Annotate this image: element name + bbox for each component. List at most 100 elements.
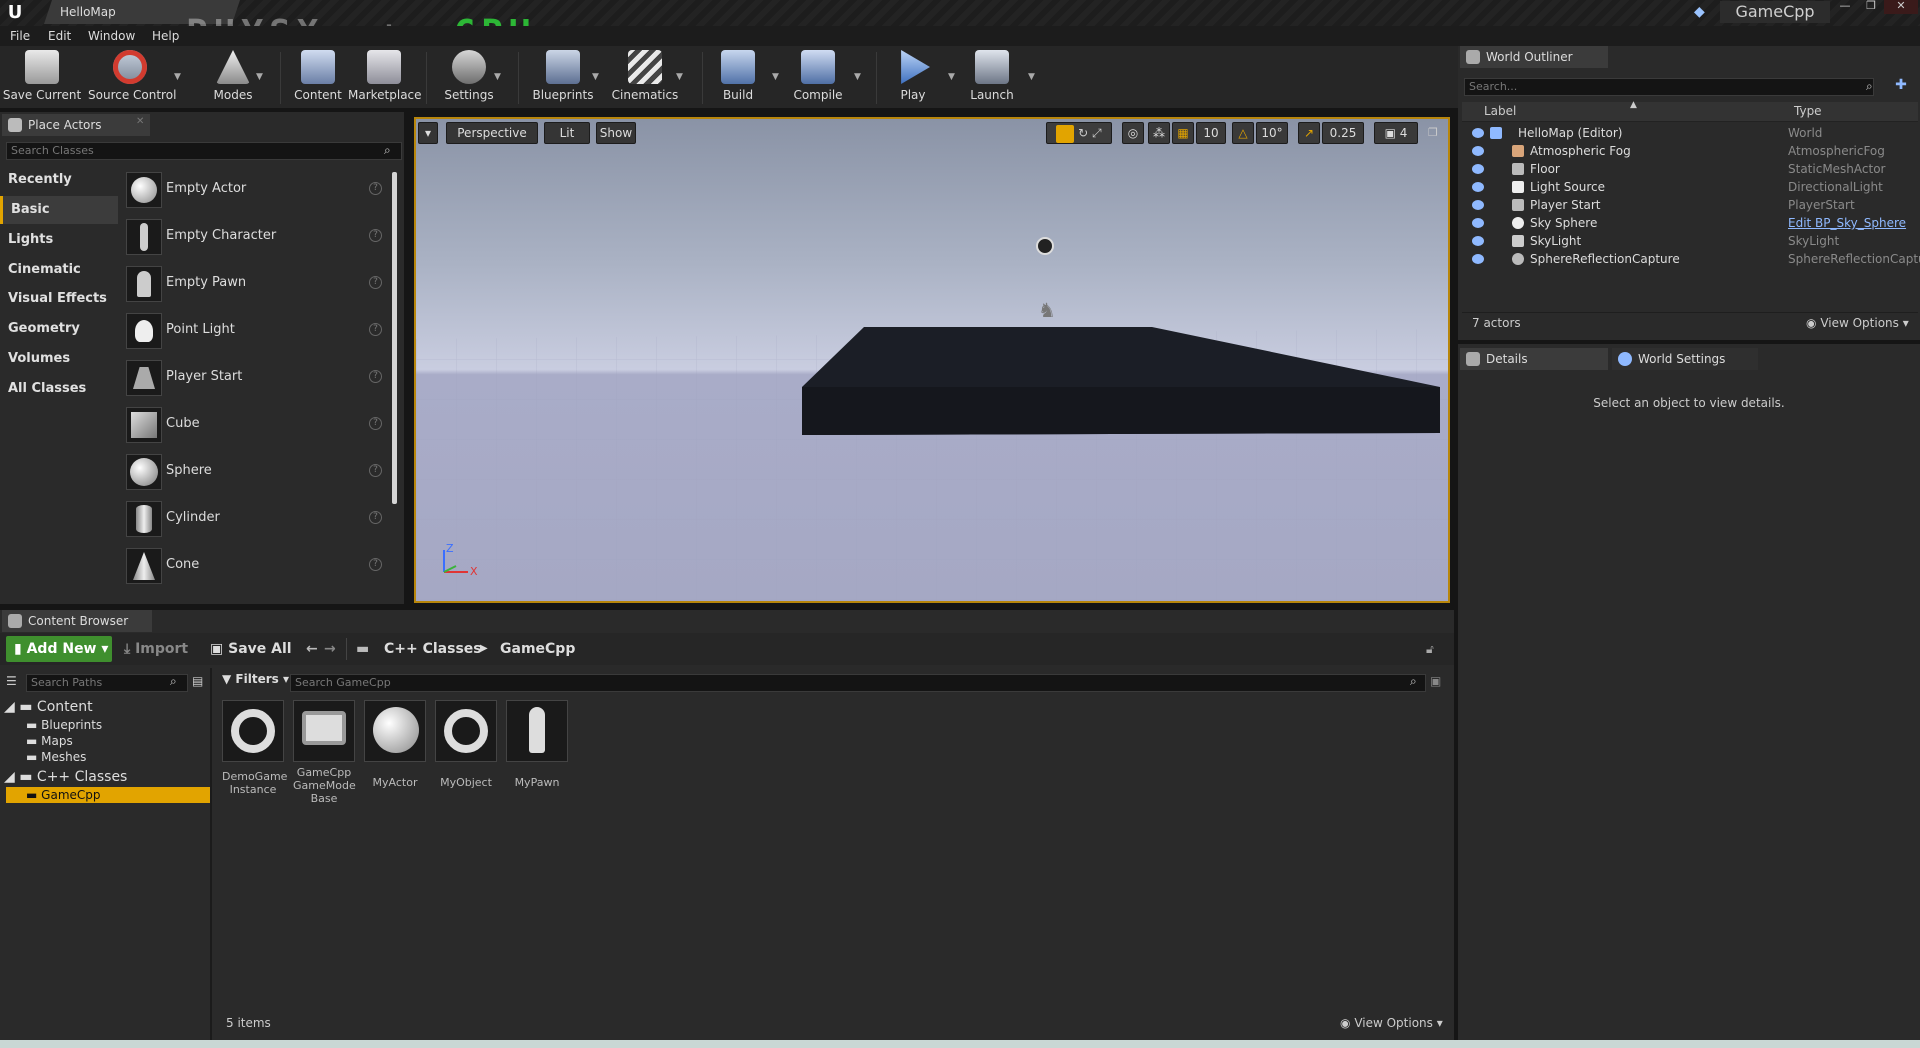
modes-button[interactable]: Modes (206, 50, 260, 106)
rotation-snap-icon[interactable]: △ (1232, 122, 1254, 144)
help-icon[interactable]: ? (369, 182, 382, 195)
help-icon[interactable]: ? (369, 511, 382, 524)
category-basic[interactable]: Basic (0, 196, 118, 224)
build-dropdown[interactable]: ▼ (772, 72, 779, 82)
menu-file[interactable]: File (10, 27, 30, 45)
camera-speed-button[interactable]: ▣ 4 (1374, 122, 1418, 144)
cinematics-dropdown[interactable]: ▼ (676, 72, 683, 82)
help-icon[interactable]: ? (369, 370, 382, 383)
actor-item-empty-pawn[interactable]: Empty Pawn ? (124, 262, 388, 306)
category-geometry[interactable]: Geometry (0, 315, 118, 343)
visibility-eye-icon[interactable] (1472, 146, 1484, 156)
tree-item-meshes[interactable]: ▬ Meshes (26, 749, 86, 765)
tree-item-maps[interactable]: ▬ Maps (26, 733, 73, 749)
actor-item-player-start[interactable]: Player Start ? (124, 356, 388, 400)
minimize-icon[interactable]: — (1832, 0, 1858, 14)
outliner-row[interactable]: SkyLight SkyLight (1464, 232, 1920, 250)
menu-window[interactable]: Window (88, 27, 135, 45)
scale-snap-value[interactable]: 0.25 (1322, 122, 1364, 144)
search-classes-input[interactable]: Search Classes (6, 142, 402, 160)
outliner-row[interactable]: Atmospheric Fog AtmosphericFog (1464, 142, 1920, 160)
place-actors-tab[interactable]: Place Actors (2, 114, 150, 136)
visibility-eye-icon[interactable] (1472, 236, 1484, 246)
path-view-options-icon[interactable]: ▤ (192, 674, 203, 688)
build-button[interactable]: Build (716, 50, 760, 106)
actor-item-empty-actor[interactable]: Empty Actor ? (124, 168, 388, 212)
forward-icon[interactable]: → (324, 636, 336, 662)
rotation-snap-value[interactable]: 10° (1256, 122, 1288, 144)
actor-item-sphere[interactable]: Sphere ? (124, 450, 388, 494)
marketplace-button[interactable]: Marketplace (348, 50, 422, 106)
asset-tile-myobject[interactable]: MyObject (435, 700, 497, 789)
launch-button[interactable]: Launch (962, 50, 1022, 106)
asset-tile-myactor[interactable]: MyActor (364, 700, 426, 789)
tree-item-blueprints[interactable]: ▬ Blueprints (26, 717, 102, 733)
actor-item-point-light[interactable]: Point Light ? (124, 309, 388, 353)
category-visual-effects[interactable]: Visual Effects (0, 285, 118, 313)
add-new-button[interactable]: ▮ Add New ▾ (6, 636, 112, 662)
viewport-options-dropdown[interactable]: ▾ (418, 122, 438, 144)
lit-button[interactable]: Lit (544, 122, 590, 144)
outliner-row[interactable]: Sky Sphere Edit BP_Sky_Sphere (1464, 214, 1920, 232)
category-volumes[interactable]: Volumes (0, 345, 118, 373)
place-actors-scrollbar[interactable] (392, 172, 397, 504)
maximize-icon[interactable]: ❐ (1858, 0, 1884, 14)
details-tab[interactable]: Details (1460, 348, 1608, 370)
project-name-button[interactable]: GameCpp (1720, 1, 1830, 23)
outliner-row[interactable]: Light Source DirectionalLight (1464, 178, 1920, 196)
translate-icon[interactable] (1056, 124, 1075, 143)
pin-icon[interactable]: ✚ (1892, 77, 1910, 95)
level-viewport[interactable]: ♞ (414, 117, 1450, 603)
modes-dropdown[interactable]: ▼ (256, 72, 263, 82)
category-all-classes[interactable]: All Classes (0, 375, 118, 403)
actor-item-empty-character[interactable]: Empty Character ? (124, 215, 388, 259)
world-local-icon[interactable]: ◎ (1122, 122, 1144, 144)
world-outliner-tab[interactable]: World Outliner (1460, 46, 1608, 68)
outliner-row[interactable]: SphereReflectionCapture SphereReflection… (1464, 250, 1920, 268)
compile-button[interactable]: Compile (790, 50, 846, 106)
grid-snap-value[interactable]: 10 (1196, 122, 1226, 144)
actor-item-cone[interactable]: Cone ? (124, 544, 388, 588)
unreal-logo-icon[interactable]: U (4, 2, 26, 24)
outliner-search-input[interactable]: Search... (1464, 78, 1874, 96)
launch-dropdown[interactable]: ▼ (1028, 72, 1035, 82)
help-icon[interactable]: ? (369, 229, 382, 242)
breadcrumb-gamecpp[interactable]: GameCpp (500, 636, 575, 662)
filters-button[interactable]: ▼ Filters ▾ (222, 672, 289, 686)
import-button[interactable]: ⤓ Import (124, 636, 188, 662)
place-actors-tab-close-icon[interactable]: ✕ (136, 116, 144, 127)
back-icon[interactable]: ← (306, 636, 318, 662)
scale-icon[interactable]: ⤢ (1092, 126, 1102, 140)
cinematics-button[interactable]: Cinematics (610, 50, 680, 106)
settings-dropdown[interactable]: ▼ (494, 72, 501, 82)
help-icon[interactable]: ? (369, 558, 382, 571)
visibility-eye-icon[interactable] (1472, 218, 1484, 228)
outliner-view-options[interactable]: ◉ View Options ▾ (1806, 316, 1909, 330)
world-settings-tab[interactable]: World Settings (1612, 348, 1758, 370)
actor-item-cube[interactable]: Cube ? (124, 403, 388, 447)
tree-item-cpp-classes[interactable]: ◢ ▬ C++ Classes (4, 769, 127, 785)
close-icon[interactable]: ✕ (1884, 0, 1918, 14)
search-gamecpp-input[interactable]: Search GameCpp (290, 674, 1426, 692)
visibility-eye-icon[interactable] (1472, 182, 1484, 192)
source-control-dropdown[interactable]: ▼ (174, 72, 181, 82)
settings-button[interactable]: Settings (436, 50, 502, 106)
menu-help[interactable]: Help (152, 27, 179, 45)
show-button[interactable]: Show (596, 122, 636, 144)
perspective-button[interactable]: Perspective (446, 122, 538, 144)
outliner-row[interactable]: Floor StaticMeshActor (1464, 160, 1920, 178)
transform-mode-group[interactable]: ↻ ⤢ (1046, 122, 1112, 144)
outliner-row[interactable]: HelloMap (Editor) World (1464, 124, 1920, 142)
compile-dropdown[interactable]: ▼ (854, 72, 861, 82)
content-button[interactable]: Content (288, 50, 348, 106)
save-search-icon[interactable]: ▣ (1430, 674, 1441, 688)
play-dropdown[interactable]: ▼ (948, 72, 955, 82)
lock-icon[interactable]: 🔓︎ (1426, 642, 1434, 657)
help-icon[interactable]: ? (369, 276, 382, 289)
asset-tile-demogame-instance[interactable]: DemoGame Instance (222, 700, 287, 796)
asset-tile-mypawn[interactable]: MyPawn (506, 700, 568, 789)
visibility-eye-icon[interactable] (1472, 128, 1484, 138)
blueprints-button[interactable]: Blueprints (528, 50, 598, 106)
asset-tile-gamecpp-gamemode-base[interactable]: GameCpp GameMode Base (293, 700, 356, 805)
scale-snap-icon[interactable]: ↗ (1298, 122, 1320, 144)
